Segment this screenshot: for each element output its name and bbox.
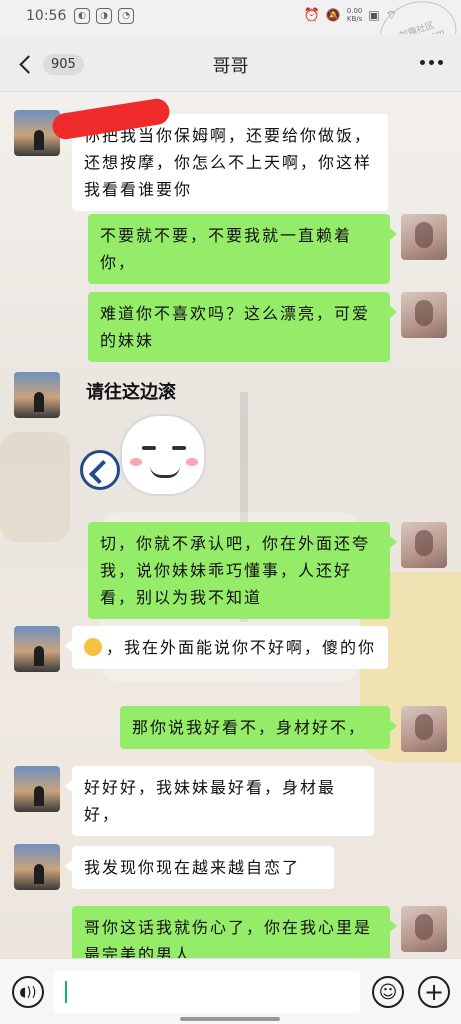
more-options-button[interactable] xyxy=(420,60,443,65)
message-bubble-sent[interactable]: 哥你这话我就伤心了，你在我心里是最完美的男人 xyxy=(72,906,397,958)
network-speed: 0.00 KB/s xyxy=(346,7,363,23)
plus-icon: + xyxy=(423,978,445,1006)
message-text: 好好好，我妹妹最好看，身材最好， xyxy=(84,778,337,824)
sticker-message[interactable]: 请往这边滚 xyxy=(78,378,218,506)
message-bubble-sent[interactable]: 难道你不喜欢吗？这么漂亮，可爱的妹妹 xyxy=(88,292,397,362)
title-bar: 905 哥哥 xyxy=(0,34,461,92)
laugh-cry-emoji-icon xyxy=(84,638,102,656)
sticker-mouth xyxy=(150,466,180,478)
message-bubble-sent[interactable]: 不要就不要，不要我就一直赖着你， xyxy=(88,214,397,284)
avatar-sister[interactable] xyxy=(401,214,447,260)
message-bubble-sent[interactable]: 那你说我好看不，身材好不， xyxy=(120,706,397,749)
message-bubble-received[interactable]: 好好好，我妹妹最好看，身材最好， xyxy=(65,766,374,836)
message-text: 哥你这话我就伤心了，你在我心里是最完美的男人 xyxy=(84,918,373,958)
message-text: 难道你不喜欢吗？这么漂亮，可爱的妹妹 xyxy=(100,304,371,350)
emoji-button[interactable]: ☺ xyxy=(372,976,404,1008)
status-time: 10:56 xyxy=(26,8,67,24)
background-decoration xyxy=(0,432,70,542)
status-bar: 10:56 ◐ ◑ ◔ ⏰ 🔕 0.00 KB/s ▣ ⌔ 加趣社区 haiji… xyxy=(0,0,461,77)
sim-icon: ▣ xyxy=(368,8,380,22)
status-icons-left: ◐ ◑ ◔ xyxy=(74,8,134,24)
notification-icon: ◔ xyxy=(118,8,134,24)
message-text: ，我在外面能说你不好啊，傻的你 xyxy=(106,638,377,657)
notification-icon: ◑ xyxy=(96,8,112,24)
home-indicator[interactable] xyxy=(180,1017,280,1021)
chat-area[interactable]: 你把我当你保姆啊，还要给你做饭，还想按摩，你怎么不上天啊，你这样我看看谁要你 不… xyxy=(0,92,461,958)
status-icons-right: ⏰ 🔕 0.00 KB/s ▣ ⌔ xyxy=(304,7,397,23)
text-cursor xyxy=(65,981,67,1003)
sticker-face xyxy=(120,414,206,496)
message-text: 我发现你现在越来越自恋了 xyxy=(84,858,301,877)
voice-input-button[interactable]: ◖)) xyxy=(12,976,44,1008)
avatar-sister[interactable] xyxy=(401,522,447,568)
message-text: 那你说我好看不，身材好不， xyxy=(132,718,367,737)
mute-icon: 🔕 xyxy=(325,8,341,22)
more-functions-button[interactable]: + xyxy=(418,976,450,1008)
sticker-arrow-icon xyxy=(80,450,120,490)
avatar-sister[interactable] xyxy=(401,906,447,952)
chat-title: 哥哥 xyxy=(212,56,249,77)
message-bubble-received[interactable]: ，我在外面能说你不好啊，傻的你 xyxy=(65,626,388,669)
message-text: 你把我当你保姆啊，还要给你做饭，还想按摩，你怎么不上天啊，你这样我看看谁要你 xyxy=(84,126,373,199)
input-bar: ◖)) ☺ + xyxy=(0,958,461,1024)
message-bubble-sent[interactable]: 切，你就不承认吧，你在外面还夸我，说你妹妹乖巧懂事，人还好看，别以为我不知道 xyxy=(88,522,397,619)
smile-icon: ☺ xyxy=(378,981,398,1003)
sticker-cheek xyxy=(186,458,198,466)
avatar-sister[interactable] xyxy=(401,292,447,338)
message-input[interactable] xyxy=(54,971,360,1013)
sticker-cheek xyxy=(130,458,142,466)
sticker-eye xyxy=(142,446,156,450)
avatar-sister[interactable] xyxy=(401,706,447,752)
avatar-brother[interactable] xyxy=(14,372,60,418)
avatar-brother[interactable] xyxy=(14,626,60,672)
alarm-icon: ⏰ xyxy=(303,7,320,23)
dot-icon xyxy=(438,60,443,65)
avatar-brother[interactable] xyxy=(14,844,60,890)
message-bubble-received[interactable]: 我发现你现在越来越自恋了 xyxy=(65,846,334,889)
voice-icon: ◖)) xyxy=(19,984,37,1000)
dot-icon xyxy=(420,60,425,65)
message-text: 切，你就不承认吧，你在外面还夸我，说你妹妹乖巧懂事，人还好看，别以为我不知道 xyxy=(100,534,371,607)
avatar-brother[interactable] xyxy=(14,110,60,156)
dot-icon xyxy=(429,60,434,65)
sticker-eye xyxy=(172,446,186,450)
notification-icon: ◐ xyxy=(74,8,90,24)
message-text: 不要就不要，不要我就一直赖着你， xyxy=(100,226,353,272)
sticker-caption: 请往这边滚 xyxy=(86,382,176,403)
avatar-brother[interactable] xyxy=(14,766,60,812)
